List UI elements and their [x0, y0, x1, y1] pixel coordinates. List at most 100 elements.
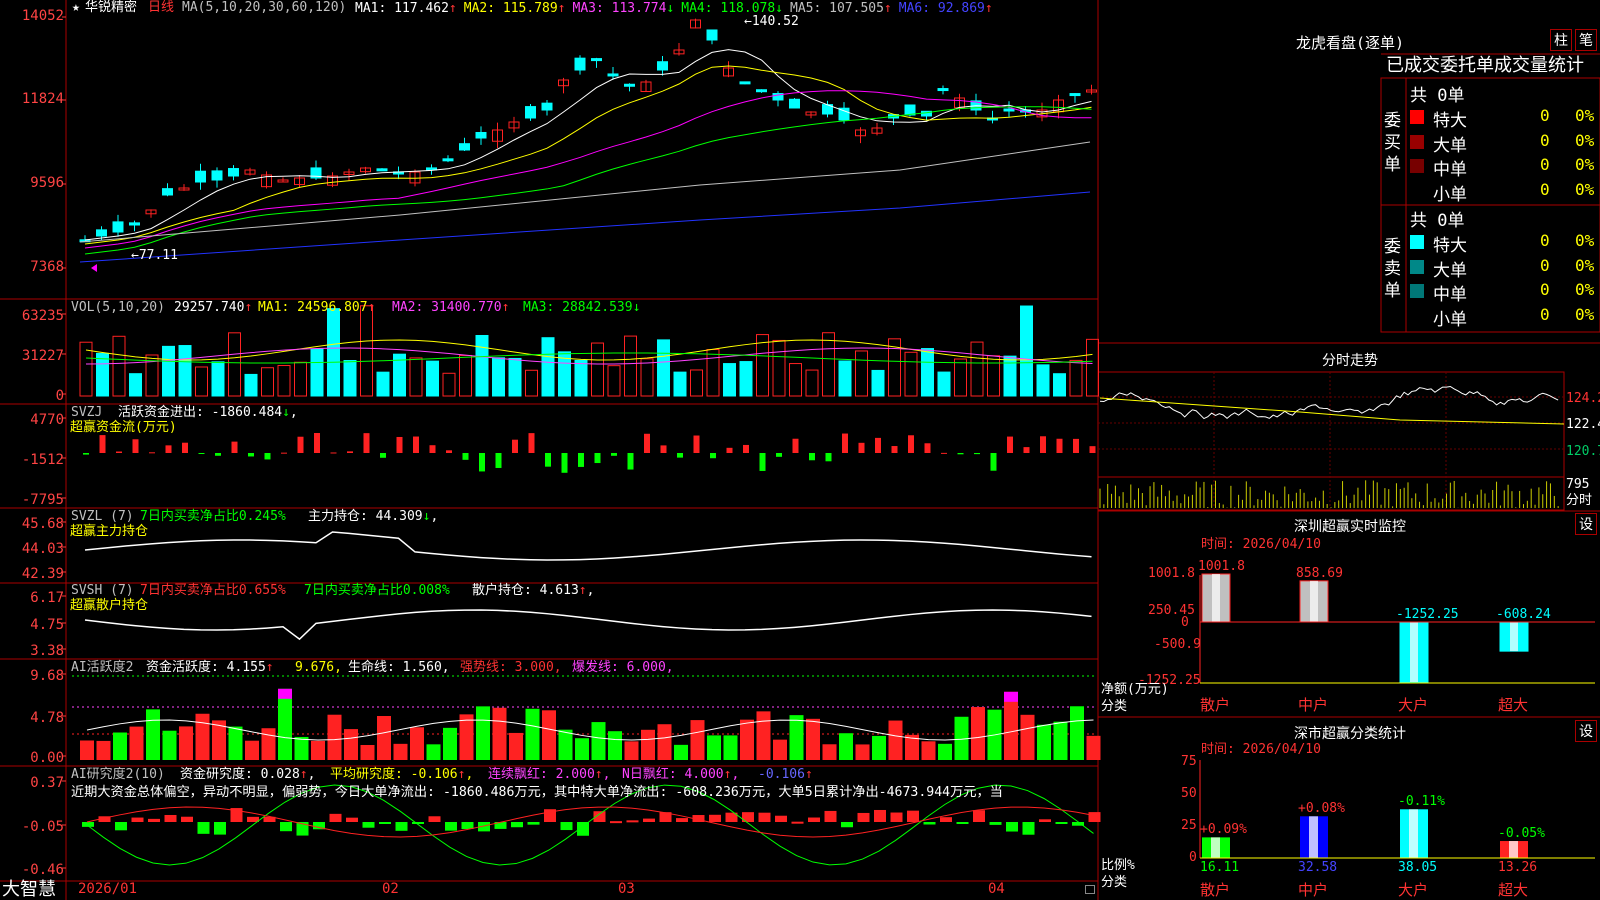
ai-active-bar: [1020, 714, 1035, 760]
volume-bar: [904, 351, 918, 397]
volume-bar: [327, 308, 340, 397]
ai-active-bar: [228, 726, 243, 760]
svzj-y-label-2: -1512: [21, 452, 64, 468]
svzj-bar: [792, 438, 799, 453]
volume-bar: [162, 345, 175, 397]
candle-body: [607, 73, 619, 77]
svzj-name: SVZJ: [71, 405, 103, 420]
ai-active-bar: [773, 739, 787, 760]
candle-body: [706, 29, 718, 41]
candle-body: [442, 158, 454, 162]
svzj-bar: [462, 453, 469, 460]
svzj-y-label-1: 4770: [30, 412, 64, 428]
ai-research-bar: [775, 815, 787, 822]
volume-bar: [789, 363, 802, 397]
vol-y-label-1: 63235: [21, 308, 64, 324]
candle-body: [162, 188, 173, 196]
volume-bar: [756, 334, 769, 397]
ai-active-bar: [443, 727, 457, 760]
ai-active-bar: [509, 732, 523, 760]
classify-category-1: 散户: [1200, 881, 1231, 899]
ai-active-y-label-3: 0.00: [30, 750, 64, 766]
ai-research-y-label-1: 0.37: [30, 775, 64, 791]
vol-ma2-line: [85, 347, 1093, 365]
ai-active-bar: [921, 741, 936, 760]
intraday-y-label-3: 120.7: [1566, 444, 1600, 459]
ai-active-bar: [278, 688, 292, 760]
buy-row-count-2: 0: [1540, 130, 1550, 150]
chart-surface[interactable]: [0, 0, 1600, 900]
bar-mode-button[interactable]: 柱: [1550, 29, 1572, 51]
svzl-y-label-2: 44.03: [21, 541, 64, 557]
svzj-bar: [363, 433, 370, 453]
ai-research-bar: [148, 818, 160, 822]
ai-active-bar: [624, 741, 639, 760]
classify-value-1: 16.11: [1200, 860, 1240, 875]
tick-mode-button[interactable]: 笔: [1575, 29, 1597, 51]
volume-bar: [1069, 359, 1083, 397]
candle-body: [211, 170, 223, 181]
monitor-category-1: 散户: [1200, 696, 1231, 714]
svzj-bar: [809, 453, 815, 461]
svzj-bar: [858, 442, 865, 453]
classify-settings-button[interactable]: 设: [1575, 720, 1597, 742]
volume-bar: [921, 348, 934, 397]
candle-body: [112, 221, 124, 233]
intraday-y-label-1: 124.2: [1566, 391, 1600, 406]
ai-active-y-label-1: 9.68: [30, 668, 64, 684]
volume-bar: [1003, 355, 1017, 397]
volume-bar: [1053, 373, 1066, 397]
ma-value-3: MA3: 113.774↓: [572, 1, 675, 16]
svzj-bar: [941, 452, 947, 454]
volume-bar: [574, 359, 588, 397]
sell-row-swatch-2: [1410, 259, 1424, 274]
sell-total: 共 0单: [1410, 211, 1465, 231]
volume-bar: [772, 339, 786, 397]
ai-research-bar: [676, 818, 688, 822]
svzj-bar: [297, 436, 304, 453]
buy-row-count-3: 0: [1540, 155, 1550, 174]
lock-icon[interactable]: [1085, 885, 1095, 894]
ai-active-v2: 9.676,: [295, 660, 342, 675]
volume-bar: [640, 358, 654, 397]
svzl-y-label-1: 45.68: [21, 516, 64, 532]
classify-y-4: 0: [1189, 850, 1197, 865]
monitor-category-2: 中户: [1298, 696, 1329, 714]
svsh-desc: 7日内买卖净占比0.655%: [140, 583, 286, 598]
monitor-bar-shine-2: [1310, 580, 1318, 622]
svzj-bar: [594, 453, 601, 464]
ai-active-bar: [327, 714, 342, 760]
svzj-bar: [1007, 436, 1013, 453]
ai-research-bar: [791, 821, 804, 824]
period-label[interactable]: 日线: [148, 1, 174, 15]
ai-active-bar: [129, 726, 144, 760]
monitor-y-3: 0: [1181, 615, 1189, 630]
svzj-bar: [248, 453, 254, 457]
ma-value-2: MA2: 115.789↑: [463, 1, 566, 16]
buy-total: 共 0单: [1410, 86, 1465, 106]
stock-name[interactable]: 华锐精密: [85, 1, 137, 15]
candle-body: [739, 81, 751, 85]
ai-active-bar: [146, 709, 160, 760]
ai-research-bar: [511, 822, 523, 828]
svzj-bar: [561, 453, 568, 473]
monitor-category-3: 大户: [1398, 696, 1429, 714]
ai-active-bar: [80, 740, 94, 760]
candle-body: [195, 170, 206, 183]
buy-row-label-3: 中单: [1433, 160, 1467, 180]
candle-body: [789, 98, 800, 109]
volume-bar: [723, 363, 736, 397]
classify-category-3: 大户: [1398, 881, 1429, 899]
monitor-category-4: 超大: [1498, 696, 1529, 714]
candle-body: [541, 102, 553, 111]
volume-bar: [822, 332, 835, 397]
buy-row-label-4: 小单: [1433, 184, 1467, 205]
monitor-settings-button[interactable]: 设: [1575, 513, 1597, 535]
svzj-bar: [528, 433, 535, 453]
ai-active-bar: [591, 722, 606, 760]
ai-active-bar: [311, 740, 325, 760]
svzj-bar: [83, 453, 89, 455]
svzj-bar: [479, 453, 485, 472]
ai-active-burst: 爆发线: 6.000,: [572, 660, 674, 675]
svzj-bar: [875, 437, 881, 453]
